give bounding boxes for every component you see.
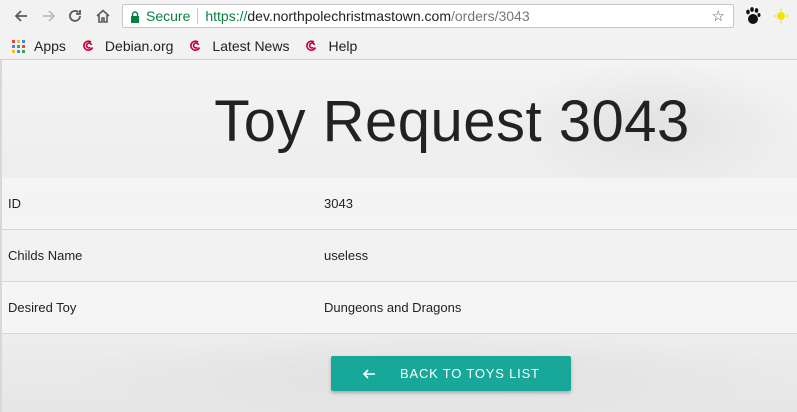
row-label: ID bbox=[8, 196, 21, 211]
address-bar[interactable]: Secure https://dev.northpolechristmastow… bbox=[122, 4, 734, 28]
debian-swirl-icon bbox=[83, 40, 94, 51]
extension-paw-icon[interactable] bbox=[745, 6, 761, 26]
home-icon bbox=[96, 9, 110, 23]
page-title: Toy Request 3043 bbox=[214, 89, 690, 154]
bookmark-latest-news[interactable]: Latest News bbox=[189, 38, 289, 54]
back-to-toys-list-button[interactable]: BACK TO TOYS LIST bbox=[331, 356, 571, 391]
arrow-right-icon bbox=[43, 10, 56, 22]
secure-label: Secure bbox=[146, 8, 191, 24]
row-label: Childs Name bbox=[8, 248, 83, 263]
bookmark-debian[interactable]: Debian.org bbox=[82, 38, 174, 54]
url-path: /orders/3043 bbox=[451, 8, 530, 24]
reload-button[interactable] bbox=[63, 4, 87, 28]
arrow-left-icon bbox=[362, 368, 375, 379]
row-value: 3043 bbox=[324, 196, 353, 211]
url-host: dev.northpolechristmastown.com bbox=[247, 8, 451, 24]
table-row: Desired Toy Dungeons and Dragons bbox=[2, 282, 797, 334]
home-button[interactable] bbox=[91, 4, 115, 28]
row-value: Dungeons and Dragons bbox=[324, 300, 462, 315]
table-row: Childs Name useless bbox=[2, 230, 797, 282]
back-button-label: BACK TO TOYS LIST bbox=[400, 366, 540, 381]
forward-nav-button[interactable] bbox=[37, 4, 61, 28]
bookmark-label: Help bbox=[328, 38, 358, 54]
table-row: ID 3043 bbox=[2, 178, 797, 230]
bookmarks-bar: Apps Debian.org Latest News Help bbox=[0, 33, 797, 60]
omnibox-divider bbox=[197, 8, 199, 24]
bookmark-label: Apps bbox=[34, 38, 66, 54]
bookmark-label: Latest News bbox=[212, 38, 290, 54]
row-value: useless bbox=[324, 248, 369, 263]
bookmark-help[interactable]: Help bbox=[305, 38, 357, 54]
browser-toolbar: Secure https://dev.northpolechristmastow… bbox=[0, 0, 797, 33]
url-scheme: https:// bbox=[205, 8, 248, 24]
bookmark-label: Debian.org bbox=[104, 38, 174, 54]
bookmark-star-icon[interactable]: ☆ bbox=[712, 7, 725, 25]
back-nav-button[interactable] bbox=[9, 4, 33, 28]
debian-swirl-icon bbox=[306, 40, 317, 51]
url-text: https://dev.northpolechristmastown.com/o… bbox=[205, 8, 529, 24]
row-label: Desired Toy bbox=[8, 300, 77, 315]
debian-swirl-icon bbox=[190, 40, 201, 51]
lock-icon bbox=[130, 10, 140, 23]
bookmark-apps[interactable]: Apps bbox=[12, 38, 66, 54]
extension-sun-icon[interactable] bbox=[773, 8, 789, 24]
page-viewport: Toy Request 3043 ID 3043 Childs Name use… bbox=[0, 60, 797, 412]
apps-grid-icon bbox=[12, 39, 25, 53]
order-details-table: ID 3043 Childs Name useless Desired Toy … bbox=[2, 178, 797, 334]
arrow-left-icon bbox=[14, 10, 27, 22]
reload-icon bbox=[69, 10, 81, 22]
